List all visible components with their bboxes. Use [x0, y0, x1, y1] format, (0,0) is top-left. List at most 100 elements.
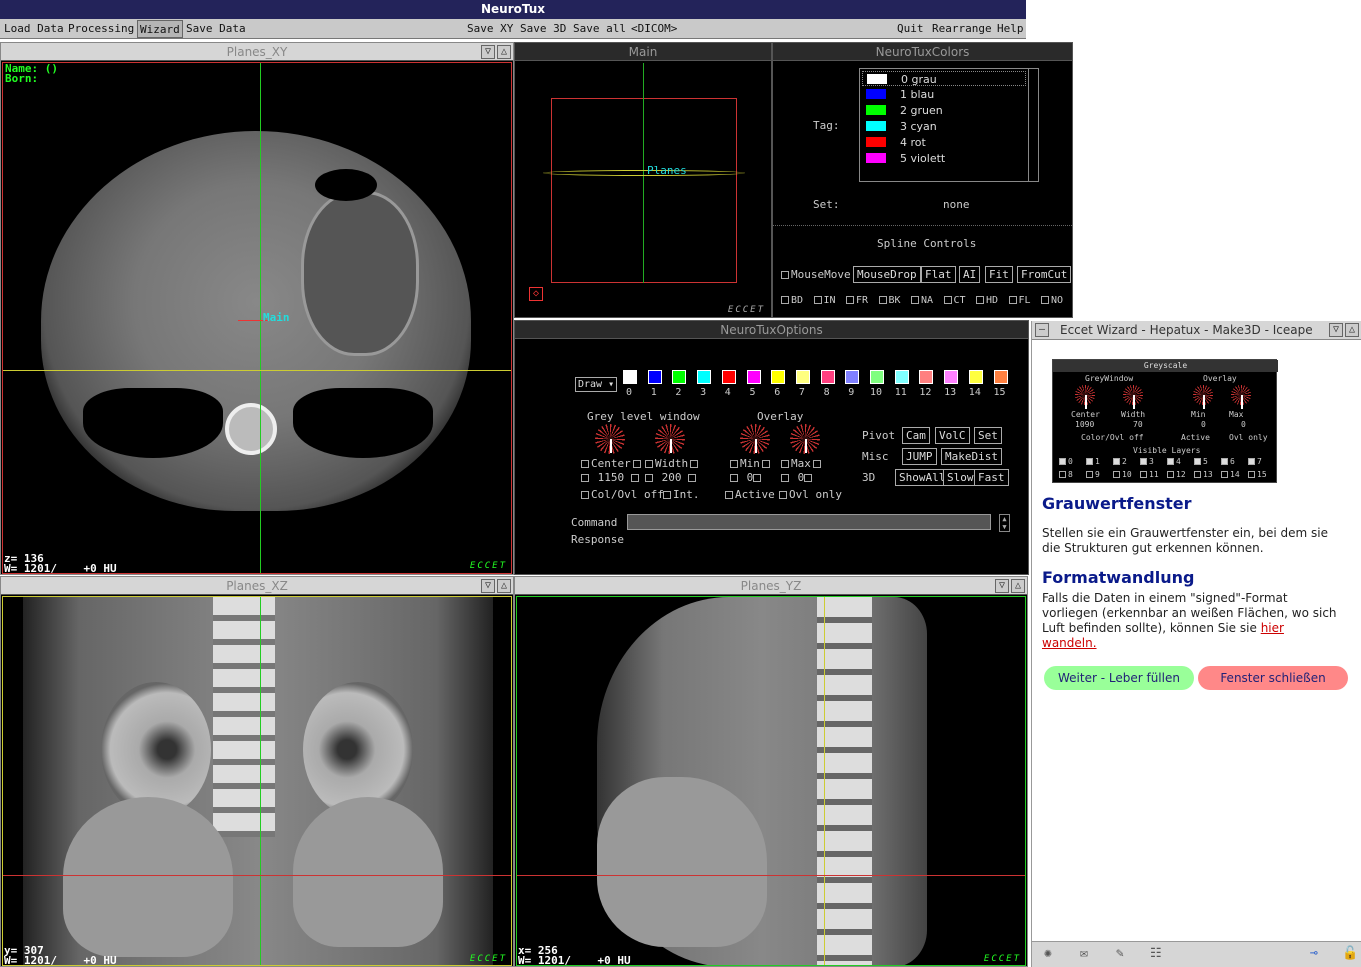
draw-select[interactable]: Draw ▾ — [575, 377, 618, 392]
jump-button[interactable]: JUMP — [902, 448, 937, 465]
options-titlebar[interactable]: NeuroTuxOptions — [515, 321, 1028, 339]
list-scrollbar[interactable] — [1028, 69, 1038, 181]
int-checkbox[interactable]: Int. — [663, 488, 700, 501]
showall-button[interactable]: ShowAll — [895, 469, 950, 486]
target-icon[interactable]: ◇ — [529, 287, 543, 301]
wizard-window[interactable]: Eccet Wizard - Hepatux - Make3D - Iceape… — [1031, 321, 1361, 967]
fast-button[interactable]: Fast — [974, 469, 1009, 486]
center-value[interactable]: 1150 — [581, 471, 641, 484]
swatch-1[interactable] — [647, 370, 662, 384]
color-list-item[interactable]: 2 gruen — [862, 103, 1026, 118]
minimize-icon[interactable]: ▽ — [1329, 323, 1343, 337]
weiter-button[interactable]: Weiter - Leber füllen — [1044, 666, 1194, 690]
spline-check-na[interactable]: NA — [911, 295, 933, 306]
command-input[interactable] — [627, 514, 991, 530]
width-dial-icon[interactable] — [655, 424, 685, 454]
spline-check-bd[interactable]: BD — [781, 295, 803, 306]
center-dial-icon[interactable] — [595, 424, 625, 454]
swatch-10[interactable] — [870, 370, 884, 384]
swatch-7[interactable] — [795, 370, 810, 384]
command-scroll[interactable]: ▲ ▼ — [999, 514, 1010, 532]
spline-check-fl[interactable]: FL — [1008, 295, 1031, 306]
swatch-9[interactable] — [845, 370, 860, 384]
maximize-icon[interactable]: △ — [497, 579, 511, 593]
menu-load-data[interactable]: Load Data — [4, 19, 64, 39]
menu-rearrange[interactable]: Rearrange — [932, 19, 992, 39]
swatch-13[interactable] — [944, 370, 959, 384]
colovl-checkbox[interactable]: Col/Ovl off — [581, 488, 664, 501]
color-list-item[interactable]: 3 cyan — [862, 119, 1026, 134]
spline-check-no[interactable]: NO — [1041, 295, 1063, 306]
swatch-2[interactable] — [672, 370, 687, 384]
planes-xz-titlebar[interactable]: Planes_XZ — [1, 577, 513, 595]
colors-window[interactable]: NeuroTuxColors Tag: 0 grau 1 blau 2 gruen 3… — [772, 42, 1073, 318]
main-titlebar[interactable]: Main — [515, 43, 771, 61]
planes-yz-titlebar[interactable]: Planes_YZ — [515, 577, 1027, 595]
max-value[interactable]: 0 — [781, 471, 814, 484]
swatch-14[interactable] — [968, 370, 983, 384]
spline-check-in[interactable]: IN — [813, 295, 836, 306]
menu-processing[interactable]: Processing — [68, 19, 134, 39]
planes-xz-window[interactable]: Planes_XZ ▽ △ y= 307 W= 1201/ +0 HU ECCE… — [0, 576, 514, 967]
swatch-11[interactable] — [894, 370, 909, 384]
menu-save-xy[interactable]: Save XY — [467, 19, 513, 39]
color-list-item[interactable]: 5 violett — [862, 151, 1026, 166]
colors-titlebar[interactable]: NeuroTuxColors — [773, 43, 1072, 61]
swatch-0[interactable] — [623, 370, 637, 384]
menu-save-all[interactable]: Save all — [573, 19, 626, 39]
color-list-item[interactable]: 4 rot — [862, 135, 1026, 150]
swatch-12[interactable] — [919, 370, 934, 384]
swatch-6[interactable] — [771, 370, 786, 384]
planes-yz-window[interactable]: Planes_YZ ▽ △ x= 256 W= 1201/ +0 HU ECCE… — [514, 576, 1028, 967]
addressbook-icon[interactable]: ☷ — [1150, 946, 1162, 961]
menu-save-3d[interactable]: Save 3D — [520, 19, 566, 39]
navigator-icon[interactable]: ✺ — [1044, 946, 1052, 961]
fit-button[interactable]: Fit — [985, 266, 1013, 283]
ai-button[interactable]: AI — [959, 266, 981, 283]
slow-button[interactable]: Slow — [943, 469, 978, 486]
max-dial-icon[interactable] — [790, 424, 820, 454]
ovlonly-checkbox[interactable]: Ovl only — [779, 488, 842, 501]
swatch-8[interactable] — [820, 370, 835, 384]
maximize-icon[interactable]: △ — [497, 45, 511, 59]
axial-ct-image[interactable] — [2, 62, 512, 574]
menu-quit[interactable]: Quit — [897, 19, 924, 39]
planes-xy-window[interactable]: Planes_XY ▽ △ Name: () Born: Main z= 136… — [0, 42, 514, 575]
maximize-icon[interactable]: △ — [1345, 323, 1359, 337]
minimize-icon[interactable]: ▽ — [481, 45, 495, 59]
color-list-item[interactable]: 0 grau — [862, 71, 1026, 86]
main-frame[interactable] — [551, 98, 737, 283]
min-value[interactable]: 0 — [730, 471, 763, 484]
main-window[interactable]: Main Planes ◇ ECCET — [514, 42, 772, 318]
fromcut-button[interactable]: FromCut — [1017, 266, 1072, 283]
cam-button[interactable]: Cam — [902, 427, 930, 444]
minimize-icon[interactable]: ▽ — [995, 579, 1009, 593]
menu-wizard[interactable]: Wizard — [137, 20, 183, 38]
sagittal-ct-image[interactable] — [516, 596, 1026, 966]
set-button[interactable]: Set — [974, 427, 1002, 444]
width-value[interactable]: 200 — [645, 471, 698, 484]
spline-check-ct[interactable]: CT — [943, 295, 966, 306]
color-list-item[interactable]: 1 blau — [862, 87, 1026, 102]
active-checkbox[interactable]: Active — [725, 488, 775, 501]
window-menu-icon[interactable]: — — [1035, 323, 1049, 337]
minimize-icon[interactable]: ▽ — [481, 579, 495, 593]
composer-icon[interactable]: ✎ — [1116, 946, 1124, 961]
color-list[interactable]: 0 grau 1 blau 2 gruen 3 cyan 4 rot 5 violett — [859, 68, 1039, 182]
mousemove-checkbox[interactable]: MouseMove — [781, 268, 851, 281]
spline-check-hd[interactable]: HD — [976, 295, 998, 306]
menu-save-data[interactable]: Save Data — [186, 19, 246, 39]
planes-xy-titlebar[interactable]: Planes_XY — [1, 43, 513, 61]
mail-icon[interactable]: ✉ — [1080, 946, 1088, 961]
makedist-button[interactable]: MakeDist — [941, 448, 1002, 465]
swatch-4[interactable] — [721, 370, 736, 384]
volc-button[interactable]: VolC — [935, 427, 970, 444]
fenster-schliessen-button[interactable]: Fenster schließen — [1198, 666, 1348, 690]
swatch-3[interactable] — [697, 370, 712, 384]
spline-check-fr[interactable]: FR — [846, 295, 868, 306]
swatch-5[interactable] — [746, 370, 761, 384]
options-window[interactable]: NeuroTuxOptions Draw ▾ 0 1 2 3 4 5 6 7 8 9 10 11 12 1… — [514, 320, 1029, 575]
menu-help[interactable]: Help — [997, 19, 1024, 39]
wizard-titlebar[interactable]: Eccet Wizard - Hepatux - Make3D - Iceape — [1032, 321, 1361, 340]
spline-check-bk[interactable]: BK — [878, 295, 901, 306]
